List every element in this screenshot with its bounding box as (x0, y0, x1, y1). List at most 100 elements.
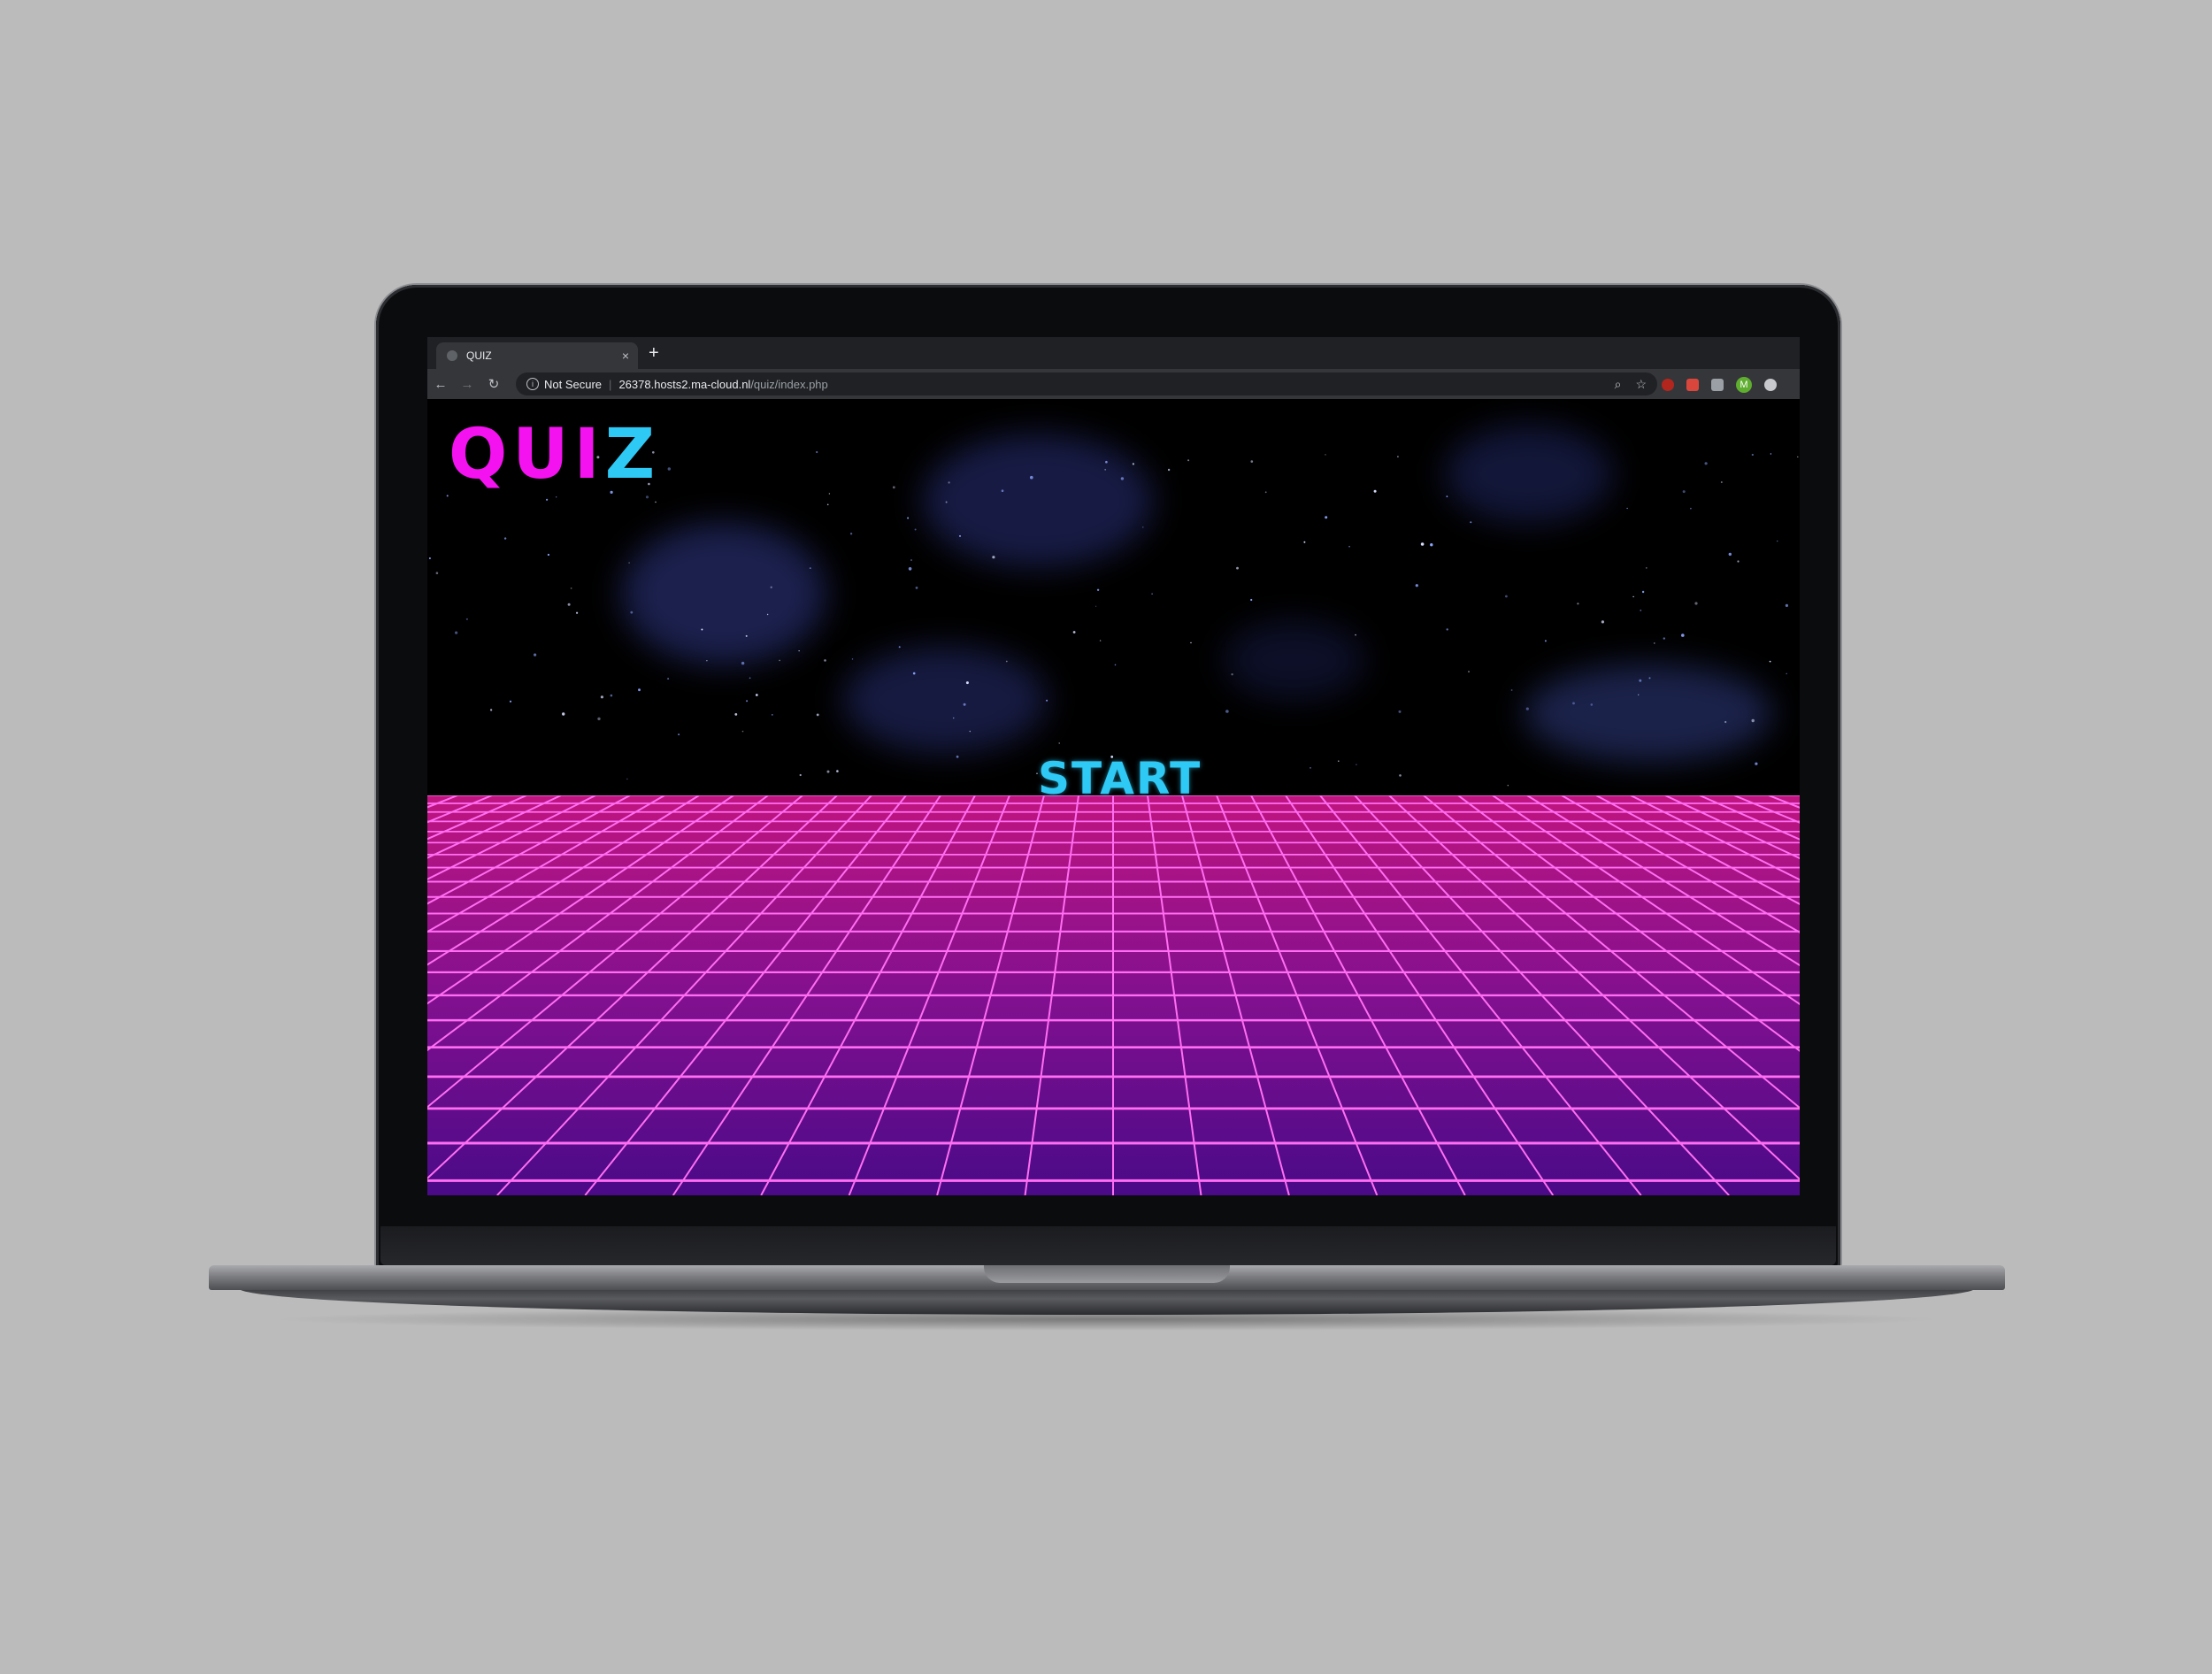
star (546, 498, 549, 501)
reload-icon[interactable]: ↻ (480, 376, 507, 392)
star (948, 481, 950, 484)
star (1099, 640, 1102, 641)
star (1250, 460, 1254, 463)
star (1001, 489, 1004, 492)
star (963, 703, 966, 706)
star (1132, 463, 1134, 465)
star (1728, 552, 1732, 557)
back-arrow-icon[interactable]: ← (427, 377, 454, 392)
extension-icon[interactable] (1686, 379, 1699, 391)
new-tab-button[interactable]: + (649, 342, 659, 364)
star (1167, 468, 1171, 472)
star (503, 537, 507, 540)
star (766, 613, 769, 616)
star (1663, 637, 1666, 640)
star (1690, 507, 1692, 510)
quiz-page: QUIZ START (427, 399, 1800, 1195)
star (570, 587, 572, 589)
start-button[interactable]: START (1038, 753, 1200, 804)
star (1786, 672, 1787, 675)
star (645, 495, 649, 499)
star (915, 587, 918, 589)
url-host: 26378.hosts2.ma-cloud.nl (618, 377, 751, 391)
star (965, 681, 969, 685)
divider: | (609, 377, 612, 391)
star (1225, 710, 1229, 713)
star (816, 713, 819, 717)
menu-icon[interactable] (1764, 379, 1777, 391)
url-path: /quiz/index.php (750, 377, 828, 391)
star (1399, 774, 1402, 777)
star (1187, 459, 1190, 462)
star (1654, 642, 1655, 644)
star (956, 755, 959, 758)
star (701, 628, 703, 631)
star (655, 501, 657, 503)
star (892, 486, 895, 489)
star (597, 717, 601, 721)
star (1430, 543, 1433, 547)
star (1446, 495, 1448, 497)
info-icon[interactable]: i (526, 378, 539, 390)
star (1142, 526, 1144, 528)
profile-avatar[interactable]: M (1736, 377, 1752, 393)
star (638, 688, 641, 692)
star (630, 610, 634, 614)
star (1005, 660, 1008, 663)
neon-grid-floor (427, 795, 1800, 1195)
close-icon[interactable]: × (622, 349, 629, 363)
adblock-extension-icon[interactable] (1662, 379, 1674, 391)
browser-tab[interactable]: QUIZ × (436, 342, 638, 369)
star (741, 730, 744, 733)
quiz-logo: QUIZ (449, 415, 660, 495)
star (1105, 460, 1108, 464)
star (1645, 567, 1647, 569)
star (1590, 703, 1594, 706)
star (509, 700, 512, 703)
star (1348, 545, 1350, 548)
star (1120, 477, 1125, 480)
star (1058, 742, 1060, 744)
star (556, 496, 557, 498)
star (816, 450, 818, 454)
star (1525, 707, 1529, 710)
star (1420, 542, 1425, 546)
extension-icon[interactable] (1711, 379, 1724, 391)
star (1338, 760, 1340, 762)
star (914, 528, 917, 531)
star (1507, 785, 1509, 787)
address-bar[interactable]: i Not Secure | 26378.hosts2.ma-cloud.nl /… (516, 372, 1657, 395)
star (610, 694, 613, 697)
star (741, 661, 745, 665)
star (1072, 631, 1076, 634)
tab-title: QUIZ (466, 349, 492, 362)
star (1639, 679, 1642, 682)
star (898, 646, 901, 649)
star (992, 556, 995, 559)
star (1751, 718, 1755, 723)
laptop-screen: QUIZ × + ← → ↻ i Not Secure | 26378.host… (427, 337, 1800, 1195)
laptop-bezel-bottom (380, 1226, 1836, 1265)
star (1737, 560, 1740, 563)
star (1104, 468, 1107, 471)
star (1236, 566, 1239, 570)
star (746, 700, 749, 703)
forward-arrow-icon[interactable]: → (454, 377, 480, 392)
star (1415, 584, 1418, 587)
star (1190, 641, 1192, 644)
bookmark-star-icon[interactable]: ☆ (1635, 377, 1647, 392)
star (1505, 595, 1508, 598)
star (1096, 588, 1100, 591)
star (1682, 490, 1686, 494)
star (576, 611, 579, 614)
zoom-icon[interactable]: ⌕ (1615, 377, 1622, 392)
star (678, 733, 680, 736)
star (749, 677, 751, 680)
star (1030, 475, 1033, 480)
star (1640, 610, 1642, 611)
browser-tab-strip: QUIZ × + (427, 337, 1800, 369)
star (1373, 489, 1377, 493)
star (534, 653, 537, 657)
star (1264, 491, 1267, 494)
star (1769, 660, 1771, 663)
